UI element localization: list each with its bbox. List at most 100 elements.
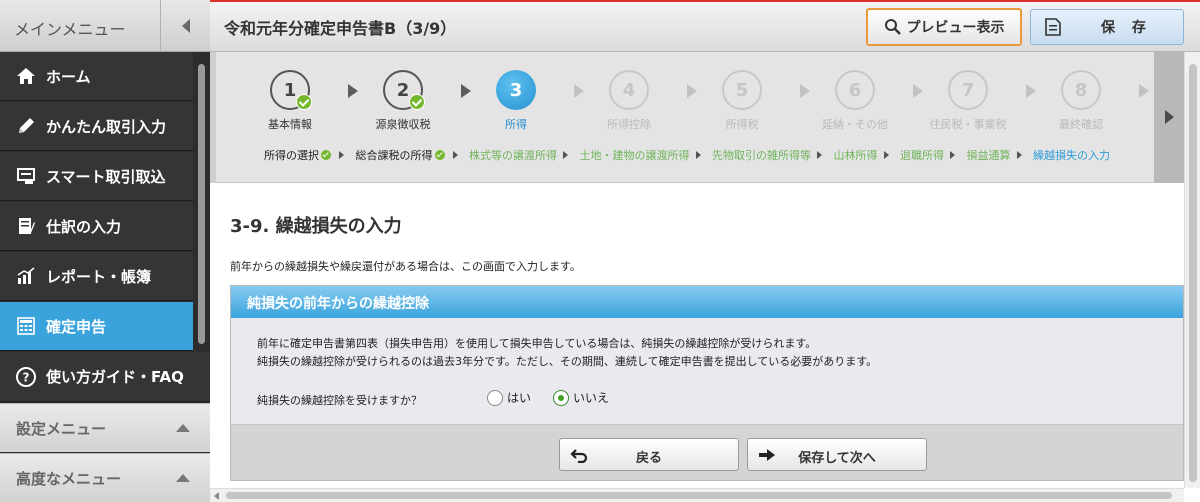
import-icon [14, 164, 38, 188]
arrow-right-icon [817, 151, 822, 159]
check-icon [296, 94, 312, 110]
save-button-label: 保 存 [1101, 20, 1152, 36]
home-icon [14, 64, 38, 88]
save-button[interactable]: 保 存 [1030, 9, 1184, 45]
advanced-menu-toggle[interactable]: 高度なメニュー [0, 453, 210, 502]
radio-yes[interactable]: はい [487, 389, 531, 406]
substep-item[interactable]: 退職所得 [900, 147, 944, 163]
step-label: 所得 [505, 118, 527, 131]
settings-menu-toggle[interactable]: 設定メニュー [0, 403, 210, 452]
chevron-left-icon[interactable] [214, 492, 219, 500]
scrollbar-thumb[interactable] [1189, 64, 1197, 482]
save-and-next-button[interactable]: 保存して次へ [747, 438, 927, 471]
arrow-right-icon [339, 151, 344, 159]
sidebar-item-easy-entry[interactable]: かんたん取引入力 [0, 102, 193, 151]
step-number: 3 [496, 70, 536, 110]
svg-text:?: ? [23, 370, 30, 384]
wizard-step-8[interactable]: 8 最終確認 [1031, 70, 1131, 134]
sidebar-item-tax-return[interactable]: 確定申告 [0, 302, 193, 351]
scrollbar-thumb[interactable] [226, 492, 1172, 499]
step-number: 7 [948, 70, 988, 110]
wizard-step-1[interactable]: 1 基本情報 [240, 70, 340, 134]
content-vertical-scrollbar[interactable] [1184, 52, 1200, 488]
preview-button[interactable]: プレビュー表示 [866, 8, 1022, 46]
sidebar-item-label: 確定申告 [46, 317, 107, 336]
sidebar-item-smart-import[interactable]: スマート取引取込 [0, 152, 193, 201]
panel-header: 純損失の前年からの繰越控除 [231, 286, 1183, 318]
back-button[interactable]: 戻る [559, 438, 739, 471]
check-icon [434, 150, 445, 160]
substep-item[interactable]: 土地・建物の譲渡所得 [580, 147, 690, 163]
radio-button[interactable] [487, 389, 503, 406]
scrollbar-thumb[interactable] [198, 64, 205, 344]
save-and-next-button-label: 保存して次へ [798, 451, 876, 466]
chevron-left-icon [181, 19, 190, 33]
sidebar-item-label: かんたん取引入力 [46, 117, 167, 136]
step-number: 5 [722, 70, 762, 110]
carryforward-panel: 純損失の前年からの繰越控除 前年に確定申告書第四表（損失申告用）を使用して損失申… [230, 285, 1184, 481]
sidebar-item-label: 使い方ガイド・FAQ [46, 368, 184, 386]
carryforward-question: 純損失の繰越控除を受けますか？ [257, 394, 422, 407]
top-bar: 令和元年分確定申告書B（3/9） プレビュー表示 保 存 [210, 0, 1200, 52]
page-title: 令和元年分確定申告書B（3/9） [224, 19, 457, 38]
radio-label: いいえ [573, 391, 610, 405]
substep-item[interactable]: 株式等の譲渡所得 [469, 147, 557, 163]
step-label: 所得税 [725, 118, 759, 131]
main-menu-header: メインメニュー [0, 0, 210, 52]
radio-label: はい [507, 391, 532, 405]
help-icon: ? [14, 365, 38, 389]
collapse-menu-button[interactable] [160, 0, 210, 52]
step-number: 8 [1061, 70, 1101, 110]
wizard-step-4[interactable]: 4 所得控除 [579, 70, 679, 134]
substep-item[interactable]: 山林所得 [834, 147, 878, 163]
substep-item-current[interactable]: 繰越損失の入力 [1033, 147, 1110, 163]
save-document-icon [1045, 18, 1061, 36]
sidebar-item-label: レポート・帳簿 [46, 267, 152, 286]
sidebar-item-reports[interactable]: レポート・帳簿 [0, 252, 193, 301]
advanced-menu-label: 高度なメニュー [16, 469, 122, 488]
panel-description-line: 純損失の繰越控除が受けられるのは過去3年分です。ただし、その期間、連続して確定申… [257, 355, 878, 368]
top-accent-line [210, 0, 1200, 2]
radio-no[interactable]: いいえ [553, 389, 609, 406]
calculator-icon [14, 314, 38, 338]
wizard-step-5[interactable]: 5 所得税 [692, 70, 792, 134]
sidebar-item-home[interactable]: ホーム [0, 52, 193, 101]
sidebar-scrollbar[interactable] [193, 52, 210, 352]
substep-item[interactable]: 総合課税の所得 [356, 147, 433, 163]
step-label: 所得控除 [607, 118, 651, 131]
sidebar-item-journal-entry[interactable]: 仕訳の入力 [0, 202, 193, 251]
sidebar-item-label: スマート取引取込 [46, 167, 166, 186]
substep-item[interactable]: 損益通算 [967, 147, 1011, 163]
check-icon [409, 94, 425, 110]
arrow-right-icon [695, 151, 701, 159]
preview-button-label: プレビュー表示 [906, 20, 1005, 36]
step-number: 6 [835, 70, 875, 110]
pencil-icon [14, 114, 38, 138]
chevron-up-icon [176, 474, 190, 482]
section-title: 3-9. 繰越損失の入力 [230, 216, 402, 237]
wizard-progress: 1 基本情報 2 源泉徴収税 3 所得 4 所得控除 5 所得税 6 延納・その [210, 52, 1184, 183]
wizard-step-7[interactable]: 7 住民税・事業税 [918, 70, 1018, 134]
sidebar-item-guide-faq[interactable]: ? 使い方ガイド・FAQ [0, 352, 210, 402]
radio-button[interactable] [553, 389, 569, 406]
wizard-scroll-right-button[interactable] [1154, 52, 1184, 183]
wizard-step-2[interactable]: 2 源泉徴収税 [353, 70, 453, 134]
report-chart-icon [14, 264, 38, 288]
settings-menu-label: 設定メニュー [16, 419, 107, 438]
wizard-step-3[interactable]: 3 所得 [466, 70, 566, 134]
intro-text: 前年からの繰越損失や繰戻還付がある場合は、この画面で入力します。 [230, 260, 581, 273]
step-number: 4 [609, 70, 649, 110]
panel-body: 前年に確定申告書第四表（損失申告用）を使用して損失申告している場合は、純損失の繰… [231, 318, 1183, 424]
chevron-right-icon [1165, 110, 1174, 124]
step-label: 最終確認 [1059, 118, 1103, 131]
journal-icon [14, 214, 38, 238]
substep-item[interactable]: 先物取引の雑所得等 [712, 147, 811, 163]
panel-footer: 戻る 保存して次へ [231, 424, 1183, 480]
arrow-right-icon [1016, 151, 1022, 159]
wizard-step-6[interactable]: 6 延納・その他 [805, 70, 905, 134]
substep-item[interactable]: 所得の選択 [264, 147, 319, 163]
content-horizontal-scrollbar[interactable] [210, 488, 1184, 502]
sidebar-item-label: ホーム [46, 67, 91, 86]
back-button-label: 戻る [635, 451, 662, 466]
substep-breadcrumb: 所得の選択 総合課税の所得 株式等の譲渡所得 土地・建物の譲渡所得 先物取引の雑… [264, 147, 1144, 165]
